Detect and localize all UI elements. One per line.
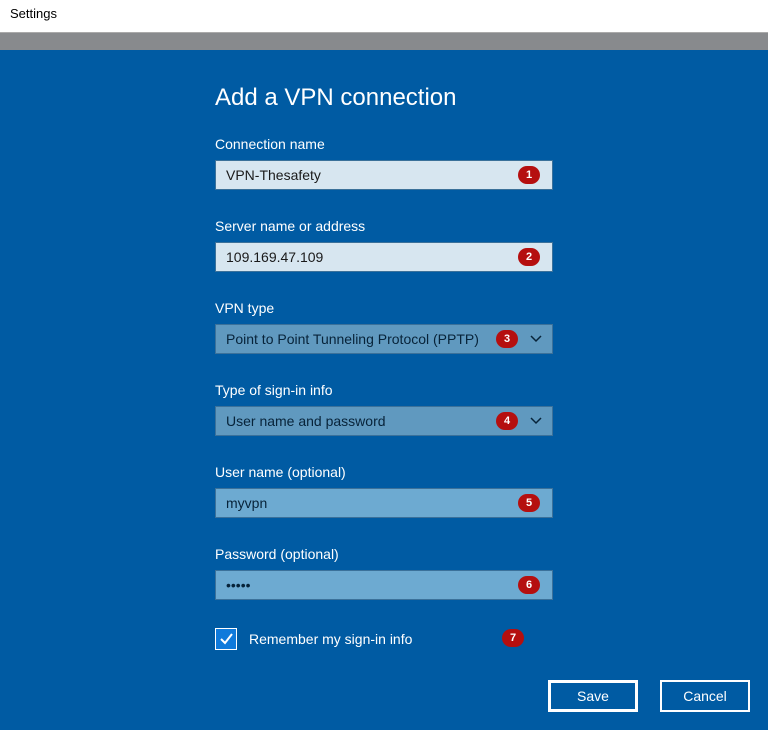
password-input[interactable]: ••••• 6	[215, 570, 553, 600]
server-name-label: Server name or address	[215, 218, 553, 234]
callout-badge-3: 3	[496, 330, 518, 348]
callout-badge-6: 6	[518, 576, 540, 594]
save-button[interactable]: Save	[548, 680, 638, 712]
callout-badge-4: 4	[496, 412, 518, 430]
connection-name-field: Connection name VPN-Thesafety 1	[215, 136, 553, 190]
signin-type-field: Type of sign-in info User name and passw…	[215, 382, 553, 436]
chevron-down-icon	[530, 333, 542, 345]
vpn-type-field: VPN type Point to Point Tunneling Protoc…	[215, 300, 553, 354]
username-field: User name (optional) myvpn 5	[215, 464, 553, 518]
username-label: User name (optional)	[215, 464, 553, 480]
password-value: •••••	[226, 577, 251, 593]
window-title: Settings	[0, 0, 768, 32]
remember-signin-row: Remember my sign-in info 7	[215, 628, 553, 650]
check-icon	[218, 631, 234, 647]
header-separator	[0, 32, 768, 50]
dialog-actions: Save Cancel	[548, 680, 750, 712]
window-title-text: Settings	[10, 6, 57, 21]
password-label: Password (optional)	[215, 546, 553, 562]
server-name-input[interactable]: 109.169.47.109 2	[215, 242, 553, 272]
callout-badge-2: 2	[518, 248, 540, 266]
cancel-button-label: Cancel	[683, 688, 727, 704]
chevron-down-icon	[530, 415, 542, 427]
connection-name-input[interactable]: VPN-Thesafety 1	[215, 160, 553, 190]
vpn-type-value: Point to Point Tunneling Protocol (PPTP)	[226, 331, 479, 347]
callout-badge-1: 1	[518, 166, 540, 184]
connection-name-value: VPN-Thesafety	[226, 167, 321, 183]
vpn-type-label: VPN type	[215, 300, 553, 316]
vpn-type-select[interactable]: Point to Point Tunneling Protocol (PPTP)…	[215, 324, 553, 354]
signin-type-select[interactable]: User name and password 4	[215, 406, 553, 436]
username-value: myvpn	[226, 495, 267, 511]
vpn-form-panel: Add a VPN connection Connection name VPN…	[0, 50, 768, 730]
signin-type-label: Type of sign-in info	[215, 382, 553, 398]
page-title: Add a VPN connection	[215, 84, 553, 112]
save-button-label: Save	[577, 688, 609, 704]
username-input[interactable]: myvpn 5	[215, 488, 553, 518]
remember-signin-checkbox[interactable]	[215, 628, 237, 650]
server-name-value: 109.169.47.109	[226, 249, 323, 265]
callout-badge-5: 5	[518, 494, 540, 512]
connection-name-label: Connection name	[215, 136, 553, 152]
password-field: Password (optional) ••••• 6	[215, 546, 553, 600]
cancel-button[interactable]: Cancel	[660, 680, 750, 712]
callout-badge-7: 7	[502, 629, 524, 647]
server-name-field: Server name or address 109.169.47.109 2	[215, 218, 553, 272]
remember-signin-label: Remember my sign-in info	[249, 631, 412, 647]
signin-type-value: User name and password	[226, 413, 386, 429]
